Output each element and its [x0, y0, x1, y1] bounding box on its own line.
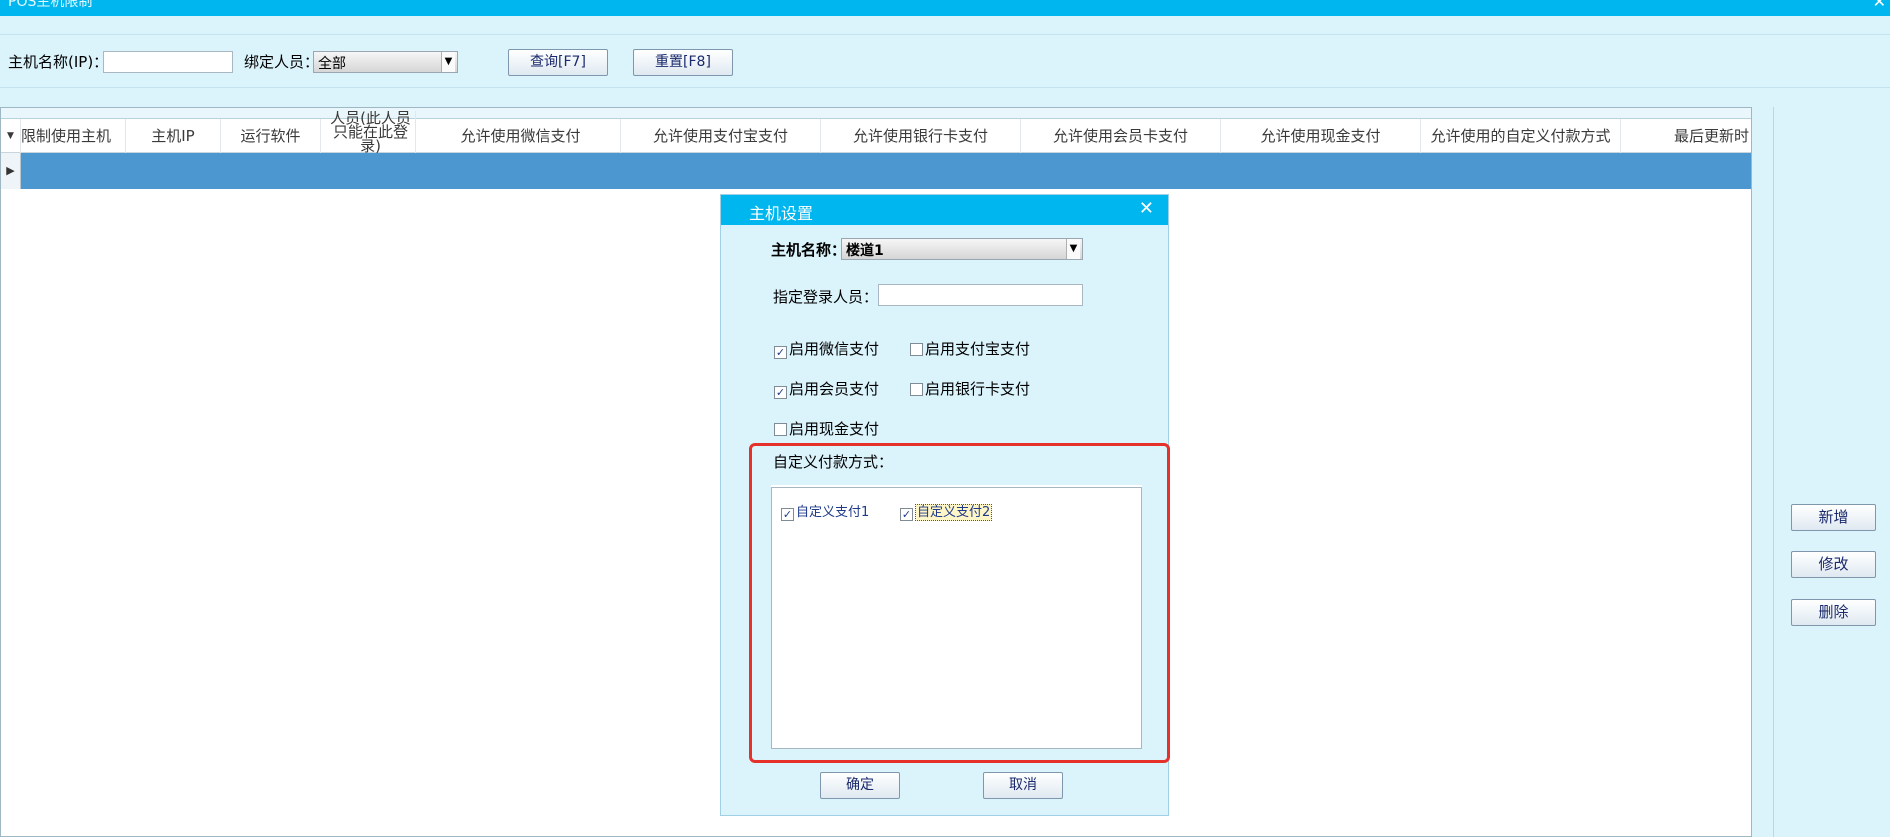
checkbox-empty-icon	[910, 383, 923, 396]
alipay-checkbox[interactable]: 启用支付宝支付	[910, 338, 1030, 359]
checkbox-checked-icon: ✓	[774, 346, 787, 359]
dialog-title: 主机设置	[749, 204, 814, 223]
bound-user-select[interactable]: 全部 ▼	[313, 51, 458, 73]
dialog-host-select[interactable]: 楼道1 ▼	[841, 238, 1083, 260]
table-row[interactable]	[21, 153, 1751, 189]
alipay-label: 启用支付宝支付	[925, 340, 1031, 358]
wechat-pay-label: 启用微信支付	[789, 340, 880, 358]
grid-group-strip	[1, 108, 1751, 119]
ok-button[interactable]: 确定	[820, 772, 900, 799]
bound-user-label: 绑定人员：	[244, 53, 320, 71]
col-header-member[interactable]: 允许使用会员卡支付	[1021, 119, 1221, 153]
window-titlebar: POS主机限制 ✕	[0, 0, 1890, 16]
col-header-host-ip[interactable]: 主机IP	[126, 119, 221, 153]
member-pay-label: 启用会员支付	[789, 380, 880, 398]
member-pay-checkbox[interactable]: ✓ 启用会员支付	[774, 378, 879, 399]
add-button[interactable]: 新增	[1791, 504, 1876, 531]
col-header-alipay[interactable]: 允许使用支付宝支付	[621, 119, 821, 153]
dialog-titlebar: 主机设置 ✕	[721, 195, 1168, 225]
checkbox-empty-icon	[774, 423, 787, 436]
checkbox-empty-icon	[910, 343, 923, 356]
cancel-button[interactable]: 取消	[983, 772, 1063, 799]
dialog-close-icon[interactable]: ✕	[1139, 198, 1154, 219]
bound-user-value: 全部	[318, 56, 346, 72]
delete-button[interactable]: 删除	[1791, 599, 1876, 626]
col-header-software[interactable]: 运行软件	[221, 119, 321, 153]
reset-button[interactable]: 重置[F8]	[633, 49, 733, 76]
col-header-login-user[interactable]: 人员(此人员只能在此登录)	[326, 111, 416, 153]
cash-pay-label: 启用现金支付	[789, 420, 880, 438]
dialog-host-label: 主机名称：	[771, 241, 847, 259]
chevron-down-icon: ▼	[1066, 239, 1080, 259]
action-panel: 新增 修改 删除	[1773, 107, 1890, 837]
search-toolbar: 主机名称(IP)： 绑定人员： 全部 ▼ 查询[F7] 重置[F8]	[0, 34, 1890, 88]
col-header-custom[interactable]: 允许使用的自定义付款方式	[1421, 119, 1621, 153]
bankcard-pay-checkbox[interactable]: 启用银行卡支付	[910, 378, 1030, 399]
checkbox-checked-icon: ✓	[774, 386, 787, 399]
bankcard-pay-label: 启用银行卡支付	[925, 380, 1031, 398]
col-header-host-limit[interactable]: 限制使用主机	[21, 119, 126, 153]
annotation-highlight	[749, 443, 1170, 763]
row-indicator-icon: ▶	[1, 153, 21, 189]
col-header-wechat[interactable]: 允许使用微信支付	[421, 119, 621, 153]
login-user-input[interactable]	[878, 284, 1083, 306]
col-header-bankcard[interactable]: 允许使用银行卡支付	[821, 119, 1021, 153]
sort-caret-icon[interactable]: ▼	[1, 119, 21, 153]
host-name-input[interactable]	[103, 51, 233, 73]
edit-button[interactable]: 修改	[1791, 551, 1876, 578]
col-header-cash[interactable]: 允许使用现金支付	[1221, 119, 1421, 153]
dialog-host-value: 楼道1	[846, 243, 884, 259]
col-header-last-update[interactable]: 最后更新时	[1621, 119, 1751, 153]
window-title: POS主机限制	[8, 0, 93, 10]
query-button[interactable]: 查询[F7]	[508, 49, 608, 76]
host-name-label: 主机名称(IP)：	[8, 53, 109, 71]
cash-pay-checkbox[interactable]: 启用现金支付	[774, 418, 879, 439]
chevron-down-icon: ▼	[441, 52, 455, 72]
grid-header: ▼ 限制使用主机 主机IP 运行软件 人员(此人员只能在此登录) 允许使用微信支…	[1, 111, 1751, 153]
window-close-icon[interactable]: ✕	[1873, 0, 1886, 11]
wechat-pay-checkbox[interactable]: ✓ 启用微信支付	[774, 338, 879, 359]
login-user-label: 指定登录人员：	[773, 288, 879, 306]
